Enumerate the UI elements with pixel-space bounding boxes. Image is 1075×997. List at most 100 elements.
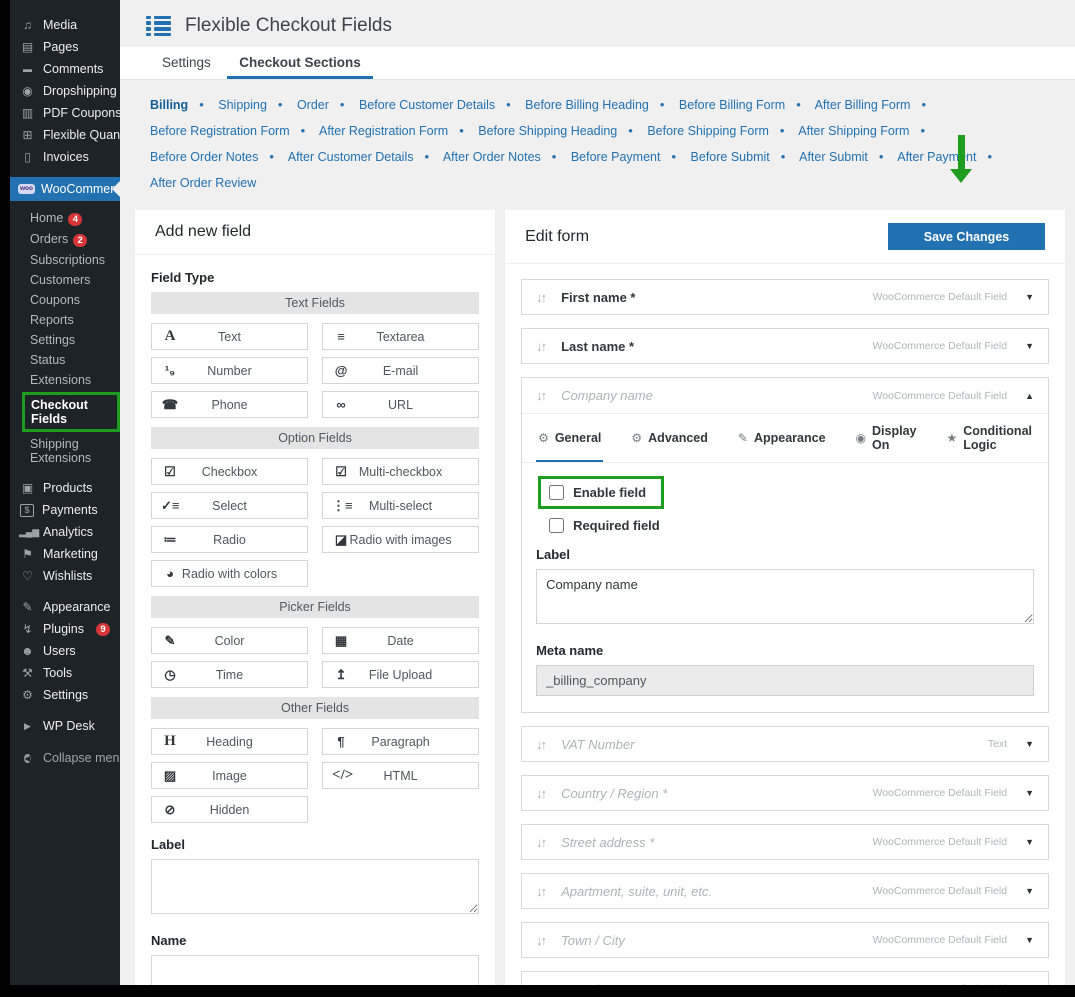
drag-handle-icon[interactable]: ↓↑ — [536, 737, 545, 752]
sidebar-item-collapse-menu[interactable]: ◀ Collapse menu — [10, 746, 120, 769]
sidebar-item-pages[interactable]: ▤ Pages — [10, 36, 120, 58]
field-type-button[interactable]: ∞URL — [322, 391, 479, 418]
drag-handle-icon[interactable]: ↓↑ — [536, 786, 545, 801]
company-name-row[interactable]: ↓↑ Company name WooCommerce Default Fiel… — [522, 378, 1048, 414]
chevron-down-icon[interactable]: ▼ — [1025, 935, 1034, 945]
section-link[interactable]: After Submit — [799, 150, 868, 164]
sidebar-item-woocommerce[interactable]: woo WooCommerce — [10, 177, 120, 201]
new-field-name-input[interactable] — [151, 955, 479, 985]
section-link[interactable]: Shipping — [218, 98, 267, 112]
field-type-button[interactable]: ✎Color — [151, 627, 308, 654]
field-type-button[interactable]: ↥File Upload — [322, 661, 479, 688]
field-type-button[interactable]: </>HTML — [322, 762, 479, 789]
section-link[interactable]: Before Order Notes — [150, 150, 258, 164]
sidebar-item-analytics[interactable]: ▂▄▆ Analytics — [10, 521, 120, 543]
tab-settings[interactable]: Settings — [150, 47, 223, 79]
enable-field-checkbox[interactable] — [549, 485, 564, 500]
chevron-down-icon[interactable]: ▼ — [1025, 739, 1034, 749]
drag-handle-icon[interactable]: ↓↑ — [536, 388, 545, 403]
field-settings-tab[interactable]: ◉Display On — [854, 414, 919, 462]
chevron-down-icon[interactable]: ▼ — [1025, 341, 1034, 351]
chevron-down-icon[interactable]: ▼ — [1025, 837, 1034, 847]
woocommerce-submenu-item[interactable]: Orders2 — [10, 229, 120, 250]
section-link[interactable]: After Order Notes — [443, 150, 541, 164]
form-field-row[interactable]: ↓↑ VAT Number Text ▼ — [521, 726, 1049, 762]
tab-checkout-sections[interactable]: Checkout Sections — [227, 47, 373, 79]
sidebar-item-payments[interactable]: $ Payments — [10, 499, 120, 521]
new-field-label-textarea[interactable] — [151, 859, 479, 914]
sidebar-item-plugins[interactable]: ↯ Plugins 9 — [10, 618, 120, 640]
field-type-button[interactable]: ¹₉Number — [151, 357, 308, 384]
field-type-button[interactable]: HHeading — [151, 728, 308, 755]
field-type-button[interactable]: ⋮≡Multi-select — [322, 492, 479, 519]
field-type-button[interactable]: ✓≡Select — [151, 492, 308, 519]
sidebar-item-products[interactable]: ▣ Products — [10, 477, 120, 499]
sidebar-item-appearance[interactable]: ✎ Appearance — [10, 596, 120, 618]
section-link[interactable]: After Shipping Form — [798, 124, 909, 138]
field-type-button[interactable]: @E-mail — [322, 357, 479, 384]
chevron-down-icon[interactable]: ▼ — [1025, 788, 1034, 798]
section-link[interactable]: Before Shipping Heading — [478, 124, 617, 138]
field-type-button[interactable]: ☑Multi-checkbox — [322, 458, 479, 485]
section-link[interactable]: After Customer Details — [288, 150, 414, 164]
section-link[interactable]: Billing — [150, 98, 188, 112]
sidebar-item-invoices[interactable]: ▯ Invoices — [10, 146, 120, 168]
section-link[interactable]: Order — [297, 98, 329, 112]
woocommerce-submenu-item[interactable]: Checkout Fields — [22, 392, 120, 432]
sidebar-item-dropshipping-xml[interactable]: ◉ Dropshipping XML — [10, 80, 120, 102]
sidebar-item-wishlists[interactable]: ♡ Wishlists — [10, 565, 120, 587]
woocommerce-submenu-item[interactable]: Customers — [10, 270, 120, 290]
form-field-row[interactable]: ↓↑ Street address * WooCommerce Default … — [521, 824, 1049, 860]
section-link[interactable]: After Registration Form — [319, 124, 448, 138]
section-link[interactable]: Before Submit — [691, 150, 770, 164]
drag-handle-icon[interactable]: ↓↑ — [536, 884, 545, 899]
field-type-button[interactable]: ☑Checkbox — [151, 458, 308, 485]
form-field-row[interactable]: ↓↑ Town / City WooCommerce Default Field… — [521, 922, 1049, 958]
required-field-checkbox[interactable] — [549, 518, 564, 533]
field-type-button[interactable]: ¶Paragraph — [322, 728, 479, 755]
woocommerce-submenu-item[interactable]: Settings — [10, 330, 120, 350]
woocommerce-submenu-item[interactable]: Subscriptions — [10, 250, 120, 270]
field-type-button[interactable]: ☎Phone — [151, 391, 308, 418]
sidebar-item-media[interactable]: ♫ Media — [10, 14, 120, 36]
chevron-up-icon[interactable]: ▲ — [1025, 391, 1034, 401]
sidebar-item-marketing[interactable]: ⚑ Marketing — [10, 543, 120, 565]
form-field-row[interactable]: ↓↑ State / County * WooCommerce Default … — [521, 971, 1049, 985]
section-link[interactable]: Before Billing Heading — [525, 98, 649, 112]
woocommerce-submenu-item[interactable]: Reports — [10, 310, 120, 330]
sidebar-item-tools[interactable]: ⚒ Tools — [10, 662, 120, 684]
field-type-button[interactable]: ◷Time — [151, 661, 308, 688]
woocommerce-submenu-item[interactable]: Extensions — [10, 370, 120, 390]
field-settings-tab[interactable]: ★Conditional Logic — [944, 414, 1034, 462]
drag-handle-icon[interactable]: ↓↑ — [536, 835, 545, 850]
field-type-button[interactable]: AText — [151, 323, 308, 350]
section-link[interactable]: Before Shipping Form — [647, 124, 769, 138]
field-label-textarea[interactable]: Company name — [536, 569, 1034, 624]
field-settings-tab[interactable]: ⚙General — [536, 414, 603, 462]
sidebar-item-pdf-coupons[interactable]: ▥ PDF Coupons — [10, 102, 120, 124]
drag-handle-icon[interactable]: ↓↑ — [536, 933, 545, 948]
field-type-button[interactable]: ≔Radio — [151, 526, 308, 553]
field-settings-tab[interactable]: ✎Appearance — [736, 414, 828, 462]
field-type-button[interactable]: ≡Textarea — [322, 323, 479, 350]
section-link[interactable]: Before Billing Form — [679, 98, 785, 112]
woocommerce-submenu-item[interactable]: Coupons — [10, 290, 120, 310]
section-link[interactable]: Before Registration Form — [150, 124, 290, 138]
drag-handle-icon[interactable]: ↓↑ — [536, 339, 545, 354]
form-field-row[interactable]: ↓↑ Country / Region * WooCommerce Defaul… — [521, 775, 1049, 811]
field-settings-tab[interactable]: ⚙Advanced — [629, 414, 710, 462]
field-type-button[interactable]: ◪Radio with images — [322, 526, 479, 553]
sidebar-item-settings[interactable]: ⚙ Settings — [10, 684, 120, 706]
section-link[interactable]: After Payment — [897, 150, 976, 164]
drag-handle-icon[interactable]: ↓↑ — [536, 290, 545, 305]
woocommerce-submenu-item[interactable]: Status — [10, 350, 120, 370]
section-link[interactable]: After Billing Form — [815, 98, 911, 112]
sidebar-item-flexible-quantity[interactable]: ⊞ Flexible Quantity — [10, 124, 120, 146]
section-link[interactable]: Before Customer Details — [359, 98, 495, 112]
field-type-button[interactable]: ⊘Hidden — [151, 796, 308, 823]
sidebar-item-comments[interactable]: ▬ Comments — [10, 58, 120, 80]
form-field-row[interactable]: ↓↑ Apartment, suite, unit, etc. WooComme… — [521, 873, 1049, 909]
field-type-button[interactable]: ▨Image — [151, 762, 308, 789]
sidebar-item-users[interactable]: ☻ Users — [10, 640, 120, 662]
sidebar-item-wp-desk[interactable]: ▶ WP Desk — [10, 715, 120, 737]
